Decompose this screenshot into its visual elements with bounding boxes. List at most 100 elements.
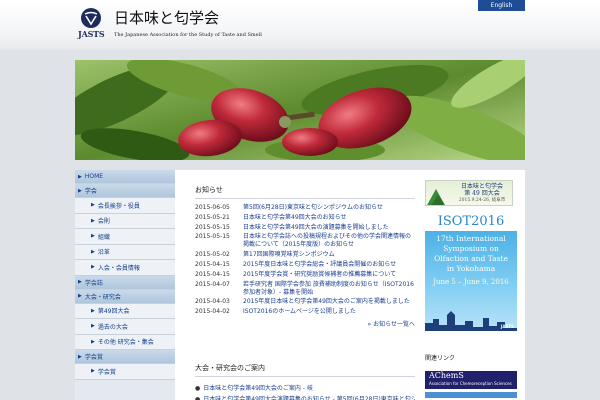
- news-row: 2015-04-02 ISOT2016のホームページを公開しました: [195, 308, 415, 316]
- sidebar-item-10[interactable]: ▶ 過去の大会: [75, 319, 175, 335]
- sidebar-item-2[interactable]: ▶ 会長挨拶・役員: [75, 198, 175, 214]
- news-link[interactable]: 若手研究者 国際学会参加 旅費補助制度のお知らせ（ISOT2016 参加者対象）…: [243, 281, 415, 297]
- list-item[interactable]: ● 日本味と匂学会第49回大会演題募集のお知らせ - 第5回(6月28日)東京味と…: [195, 394, 415, 400]
- isot-dates: June 5 – June 9, 2016: [433, 278, 509, 286]
- list-item-label: 日本味と匂学会第49回大会演題募集のお知らせ - 第5回(6月28日)東京味と匂…: [203, 396, 415, 400]
- news-row: 2015-04-15 2015年度学会賞・研究奨励賞候補者の推薦募集について: [195, 271, 415, 279]
- chevron-right-icon: ▶: [91, 202, 95, 209]
- hero-image: [75, 60, 525, 160]
- news-row: 2015-05-02 第17回国際嗅覚味覚シンポジウム: [195, 251, 415, 259]
- sidebar-item-label: 会長挨拶・役員: [97, 202, 140, 210]
- link-banner-2[interactable]: [425, 392, 517, 398]
- chevron-right-icon: ▶: [91, 264, 95, 271]
- site-title-jp: 日本味と匂学会: [114, 9, 220, 27]
- chevron-right-icon: ▶: [91, 307, 95, 314]
- news-row: 2015-04-07 若手研究者 国際学会参加 旅費補助制度のお知らせ（ISOT2…: [195, 281, 415, 297]
- isot-line4: in Yokohama: [446, 264, 496, 273]
- sidebar-item-label: 組織: [97, 233, 110, 241]
- sidebar-item-label: 過去の大会: [97, 323, 128, 331]
- sidebar-item-label: その他 研究会・集会: [97, 339, 154, 347]
- sidebar-item-label: 学会誌: [84, 279, 103, 287]
- sidebar-item-label: 沿革: [97, 249, 110, 257]
- sidebar-item-1[interactable]: ▶ 学会: [75, 184, 175, 198]
- news-row: 2015-05-21 日本味と匂学会第49回大会のお知らせ: [195, 214, 415, 222]
- chevron-right-icon: ▶: [91, 233, 95, 240]
- news-date: 2015-05-02: [195, 251, 230, 259]
- chevron-right-icon: ▶: [78, 293, 82, 299]
- sidebar-item-label: 学会賞: [97, 368, 116, 376]
- news-row: 2015-04-15 2015年度日本味と匂学会総会・評議員会開催のお知らせ: [195, 261, 415, 269]
- emblem-icon: [81, 8, 101, 28]
- events-section: 大会・研究会のご案内 ● 日本味と匂学会第49回大会のご案内 - 岐 ● 日本味と匂学…: [195, 363, 415, 400]
- jasts49-banner[interactable]: 日本味と匂学会 第 49 回大会 2015.9.24-26, 岐阜市: [425, 180, 513, 206]
- news-row: 2015-05-15 日本味と匂学会誌への投稿規程およびその他の学会関連情報の掲載…: [195, 233, 415, 249]
- sidebar-item-6[interactable]: ▶ 入会・会員情報: [75, 260, 175, 276]
- news-date: 2015-04-02: [195, 308, 230, 316]
- chevron-right-icon: ▶: [91, 323, 95, 330]
- sidebar-item-8[interactable]: ▶ 大会・研究会: [75, 289, 175, 304]
- chevron-right-icon: ▶: [91, 338, 95, 345]
- sidebar-item-5[interactable]: ▶ 沿革: [75, 244, 175, 260]
- site-title-en: The Japanese Association for the Study o…: [114, 32, 262, 38]
- sidebar-item-label: 学会: [84, 188, 97, 195]
- news-link[interactable]: ISOT2016のホームページを公開しました: [243, 308, 415, 316]
- logo-abbr: JASTS: [78, 29, 105, 39]
- news-link[interactable]: 2015年度日本味と匂学会第49回大会のご案内を掲載しました: [243, 298, 415, 306]
- jasts49-line2: 第 49 回大会: [464, 190, 500, 197]
- jasts49-line1: 日本味と匂学会: [460, 183, 503, 190]
- right-column: 日本味と匂学会 第 49 回大会 2015.9.24-26, 岐阜市 ISOT2…: [425, 180, 517, 398]
- achems-banner[interactable]: AChemS Association for Chemoreception Sc…: [425, 371, 517, 389]
- news-section: お知らせ 2015-06-05 第5回(6月28日)東京味と匂シンポジウムのお知ら…: [195, 185, 415, 328]
- sidebar-item-label: HOME: [84, 173, 104, 180]
- news-link[interactable]: 第17回国際嗅覚味覚シンポジウム: [243, 251, 415, 259]
- site-logo[interactable]: JASTS 日本味と匂学会 The Japanese Association f…: [78, 8, 262, 42]
- news-link[interactable]: 2015年度日本味と匂学会総会・評議員会開催のお知らせ: [243, 261, 415, 269]
- sidebar-item-0[interactable]: ▶ HOME: [75, 170, 175, 184]
- isot-line2: Symposium on: [443, 244, 499, 253]
- news-link[interactable]: 第5回(6月28日)東京味と匂シンポジウムのお知らせ: [243, 204, 415, 212]
- isot-line1: 17th International: [436, 234, 506, 243]
- news-date: 2015-05-21: [195, 213, 230, 221]
- sidebar-item-3[interactable]: ▶ 会則: [75, 213, 175, 229]
- news-row: 2015-06-05 第5回(6月28日)東京味と匂シンポジウムのお知らせ: [195, 204, 415, 212]
- news-list: 2015-06-05 第5回(6月28日)東京味と匂シンポジウムのお知らせ 2015…: [195, 204, 415, 316]
- chevron-right-icon: ▶: [78, 279, 82, 285]
- sidebar-item-11[interactable]: ▶ その他 研究会・集会: [75, 334, 175, 350]
- sidebar-item-12[interactable]: ▶ 学会賞: [75, 350, 175, 364]
- news-link[interactable]: 日本味と匂学会第49回大会のお知らせ: [243, 214, 415, 222]
- isot2016-banner[interactable]: ISOT2016 17th International Symposium on…: [425, 211, 517, 331]
- sidebar-item-label: 入会・会員情報: [97, 264, 140, 272]
- news-link[interactable]: 日本味と匂学会誌への投稿規程およびその他の学会関連情報の掲載について（2015年…: [243, 233, 415, 249]
- news-link[interactable]: 日本味と匂学会第49回大会の演題募集を開始しました: [243, 224, 415, 232]
- news-link[interactable]: 2015年度学会賞・研究奨励賞候補者の推薦募集について: [243, 271, 415, 279]
- achems-name: AChemS: [429, 371, 464, 380]
- bullet-icon: ●: [195, 385, 201, 392]
- chevron-right-icon: ▶: [91, 368, 95, 375]
- sidebar-item-label: 会則: [97, 218, 110, 226]
- sidebar-nav: ▶ HOME ▶ 学会 ▶ 会長挨拶・役員 ▶ 会則 ▶ 組織 ▶ 沿革 ▶ 入会・会員情報 ▶ 学会誌 ▶ 大会…: [75, 170, 175, 400]
- news-date: 2015-04-07: [195, 280, 230, 288]
- news-date: 2015-04-03: [195, 298, 230, 306]
- english-button[interactable]: English: [478, 0, 525, 11]
- news-more-link[interactable]: » お知らせ一覧へ: [195, 319, 415, 328]
- isot-org: JASTS: [500, 324, 514, 329]
- news-date: 2015-05-15: [195, 233, 230, 241]
- news-date: 2015-04-15: [195, 260, 230, 268]
- sidebar-item-label: 第49回大会: [97, 308, 130, 316]
- links-title: 関連リンク: [425, 355, 456, 362]
- sidebar-item-9[interactable]: ▶ 第49回大会: [75, 303, 175, 319]
- chevron-right-icon: ▶: [91, 248, 95, 255]
- sidebar-item-13[interactable]: ▶ 学会賞: [75, 364, 175, 380]
- sidebar-item-label: 学会賞: [84, 354, 103, 361]
- news-date: 2015-05-15: [195, 223, 230, 231]
- jasts49-dates: 2015.9.24-26, 岐阜市: [458, 198, 506, 203]
- news-title: お知らせ: [195, 185, 415, 199]
- sidebar-item-7[interactable]: ▶ 学会誌: [75, 275, 175, 290]
- bullet-icon: ●: [195, 396, 201, 400]
- events-list: ● 日本味と匂学会第49回大会のご案内 - 岐 ● 日本味と匂学会第49回大会演題募集…: [195, 383, 415, 400]
- events-title: 大会・研究会のご案内: [195, 363, 415, 377]
- isot-title: ISOT2016: [425, 211, 517, 231]
- sidebar-item-4[interactable]: ▶ 組織: [75, 229, 175, 245]
- list-item[interactable]: ● 日本味と匂学会第49回大会のご案内 - 岐: [195, 383, 415, 394]
- list-item-label: 日本味と匂学会第49回大会のご案内 - 岐: [203, 385, 313, 392]
